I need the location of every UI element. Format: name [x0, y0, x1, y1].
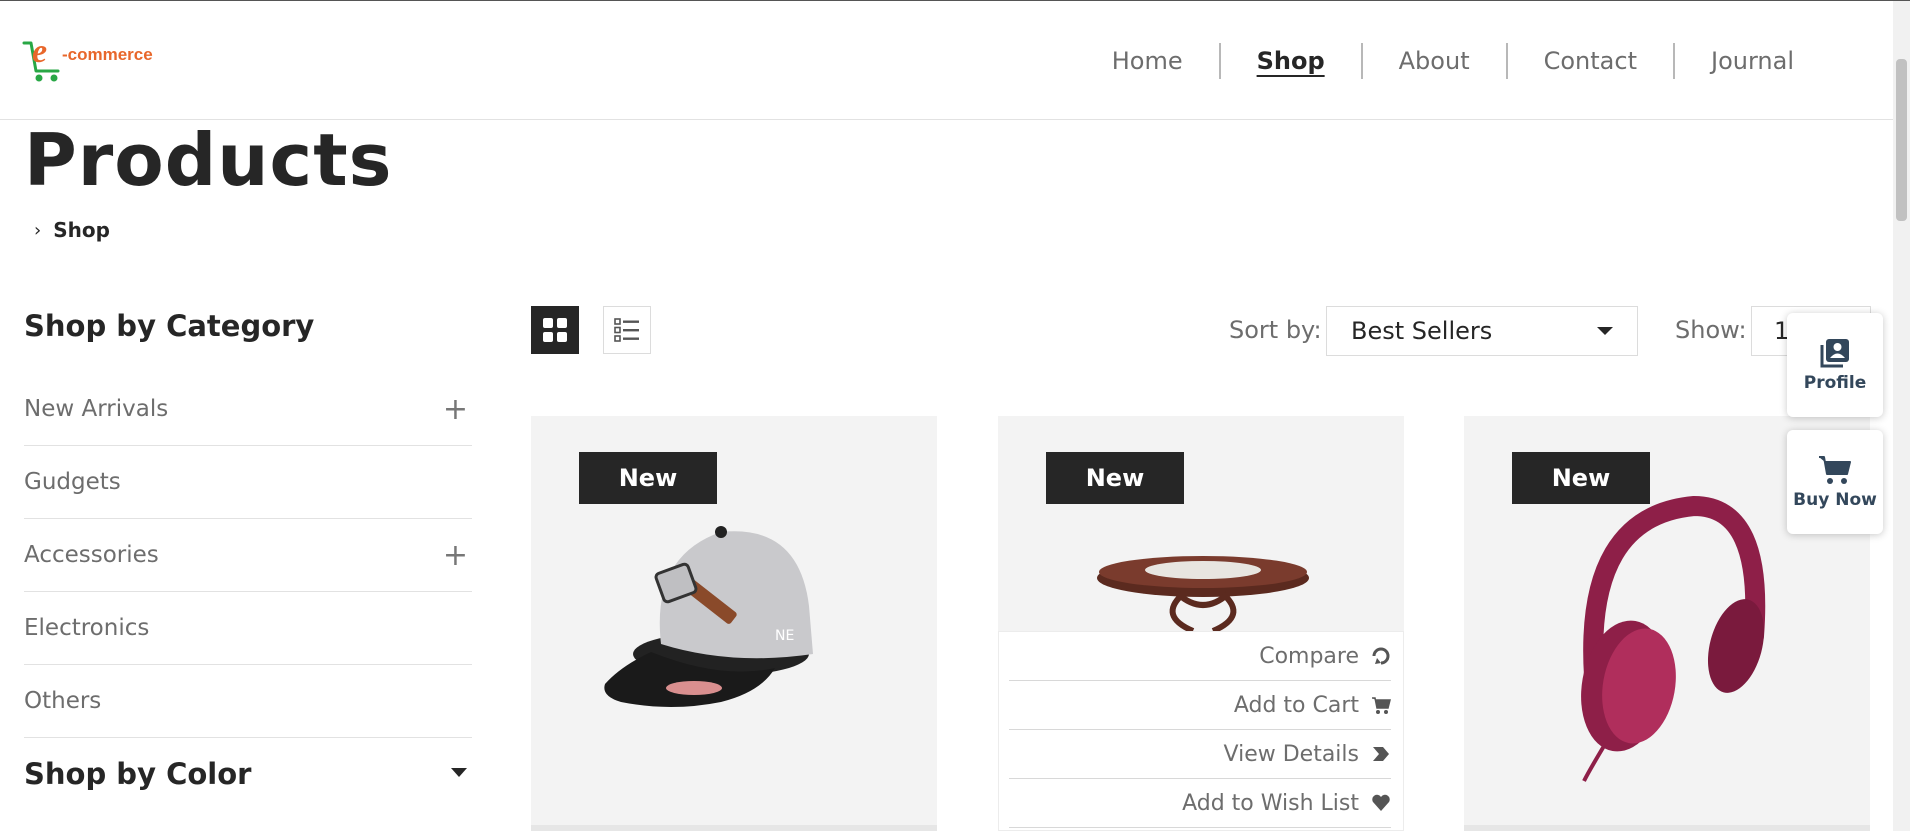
- plus-icon[interactable]: +: [443, 538, 472, 573]
- breadcrumb: › Shop: [34, 218, 110, 242]
- category-item-others[interactable]: Others: [24, 665, 472, 738]
- action-label: Add to Cart: [1233, 692, 1359, 718]
- category-label: Accessories: [24, 542, 159, 568]
- profile-card-icon: [1820, 339, 1849, 368]
- product-card[interactable]: New Compare Add to Cart View Details Add…: [998, 416, 1404, 831]
- category-label: Others: [24, 688, 102, 714]
- action-label: View Details: [1223, 741, 1359, 767]
- list-icon: [614, 318, 639, 342]
- cart-icon: [1372, 697, 1391, 714]
- plus-icon[interactable]: +: [443, 392, 472, 427]
- caret-down-icon: [1597, 327, 1613, 335]
- category-label: Electronics: [24, 615, 150, 641]
- site-header: e -commerce Home Shop About Contact Jour…: [0, 1, 1893, 120]
- main-nav: Home Shop About Contact Journal: [1076, 41, 1830, 81]
- product-actions-panel: Compare Add to Cart View Details Add to …: [998, 631, 1404, 831]
- product-image-cap: NE: [604, 526, 813, 707]
- category-list: New Arrivals + Gudgets Accessories + Ele…: [24, 373, 472, 738]
- card-footer-strip: [531, 825, 937, 831]
- list-view-button[interactable]: [603, 306, 651, 354]
- category-heading: Shop by Category: [24, 309, 315, 343]
- category-item-gudgets[interactable]: Gudgets: [24, 446, 472, 519]
- page-scrollbar[interactable]: [1893, 1, 1910, 831]
- new-badge: New: [1046, 452, 1184, 504]
- show-label: Show:: [1675, 316, 1747, 344]
- breadcrumb-shop[interactable]: Shop: [53, 218, 110, 242]
- action-label: Add to Wish List: [1182, 790, 1359, 816]
- sort-label: Sort by:: [1229, 316, 1322, 344]
- logo-letter: e: [32, 33, 48, 70]
- nav-about[interactable]: About: [1363, 47, 1506, 75]
- profile-button[interactable]: Profile: [1787, 313, 1883, 417]
- heart-icon: [1372, 794, 1390, 811]
- site-logo[interactable]: e -commerce: [22, 33, 153, 85]
- action-label: Compare: [1259, 643, 1359, 669]
- view-details-action[interactable]: View Details: [1009, 730, 1391, 779]
- profile-label: Profile: [1803, 373, 1867, 393]
- sort-value: Best Sellers: [1351, 317, 1493, 345]
- caret-down-icon[interactable]: [451, 768, 467, 777]
- product-card[interactable]: New NE: [531, 416, 937, 831]
- nav-shop[interactable]: Shop: [1221, 47, 1361, 75]
- category-label: New Arrivals: [24, 396, 169, 422]
- chevron-right-icon: ›: [34, 219, 42, 241]
- logo-text: -commerce: [62, 45, 153, 64]
- nav-home[interactable]: Home: [1076, 47, 1219, 75]
- nav-journal[interactable]: Journal: [1675, 47, 1830, 75]
- category-label: Gudgets: [24, 469, 121, 495]
- nav-contact[interactable]: Contact: [1508, 47, 1673, 75]
- page-title: Products: [24, 118, 393, 202]
- grid-icon: [543, 318, 567, 342]
- add-to-cart-action[interactable]: Add to Cart: [1009, 681, 1391, 730]
- buy-now-label: Buy Now: [1793, 490, 1877, 510]
- grid-view-button[interactable]: [531, 306, 579, 354]
- compare-icon: [1372, 647, 1390, 665]
- card-footer-strip: [1464, 825, 1870, 831]
- sort-select[interactable]: Best Sellers: [1326, 306, 1638, 356]
- buy-now-button[interactable]: Buy Now: [1787, 430, 1883, 534]
- color-heading[interactable]: Shop by Color: [24, 757, 251, 791]
- compare-action[interactable]: Compare: [1009, 632, 1391, 681]
- category-item-electronics[interactable]: Electronics: [24, 592, 472, 665]
- add-to-wish-list-action[interactable]: Add to Wish List: [1009, 779, 1391, 828]
- cart-icon: [1819, 456, 1851, 484]
- svg-text:NE: NE: [775, 628, 794, 644]
- category-item-new-arrivals[interactable]: New Arrivals +: [24, 373, 472, 446]
- scrollbar-thumb[interactable]: [1896, 59, 1907, 221]
- arrow-tag-icon: [1373, 747, 1389, 761]
- product-image-table: [1097, 556, 1309, 634]
- category-item-accessories[interactable]: Accessories +: [24, 519, 472, 592]
- new-badge: New: [579, 452, 717, 504]
